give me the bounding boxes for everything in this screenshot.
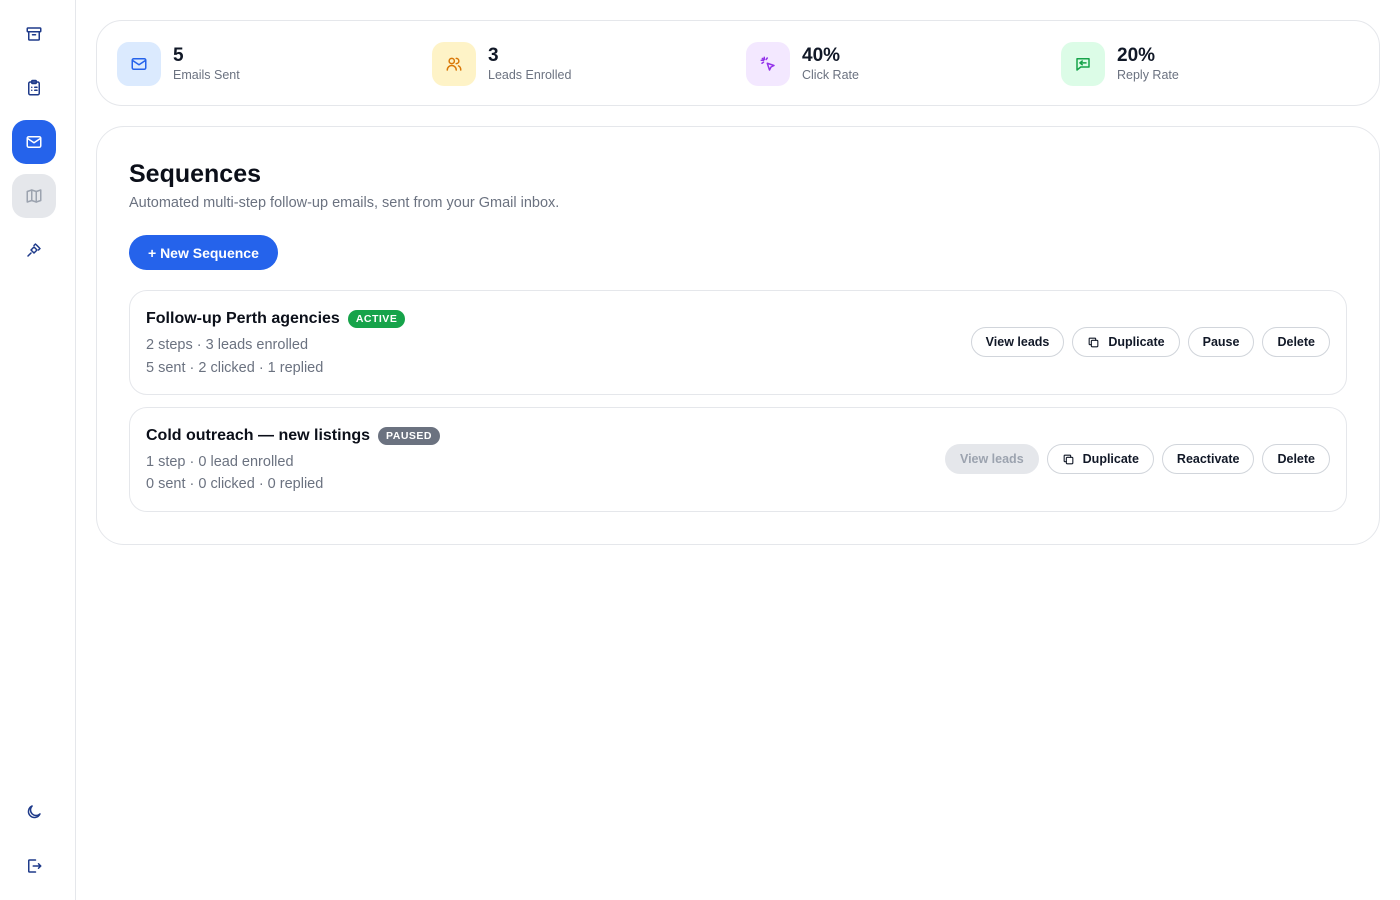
- delete-button[interactable]: Delete: [1262, 444, 1330, 474]
- pause-button[interactable]: Pause: [1187, 327, 1255, 357]
- stat-label: Leads Enrolled: [488, 67, 572, 82]
- sequence-title-row: Follow-up Perth agencies ACTIVE: [146, 310, 406, 328]
- duplicate-label: Duplicate: [1108, 335, 1165, 349]
- sequence-card: Cold outreach — new listings PAUSED 1 st…: [129, 407, 1347, 512]
- stat-label: Reply Rate: [1117, 67, 1179, 82]
- reply-message-icon: [1076, 58, 1090, 71]
- stat-value: 3: [488, 44, 499, 66]
- stat-icon-container: [117, 42, 161, 86]
- page-title: Sequences: [129, 160, 262, 188]
- sequence-stats: 0 sent · 0 clicked · 0 replied: [146, 476, 324, 492]
- map-icon: [26, 189, 42, 203]
- sequences-panel: Sequences Automated multi-step follow-up…: [96, 126, 1380, 545]
- stat-label: Emails Sent: [173, 67, 240, 82]
- view-leads-button[interactable]: View leads: [970, 327, 1065, 357]
- page-subtitle: Automated multi-step follow-up emails, s…: [129, 195, 560, 211]
- stat-emails-sent: 5 Emails Sent: [117, 41, 240, 87]
- pause-label: Pause: [1202, 335, 1240, 349]
- stat-icon-container: [746, 42, 790, 86]
- sequence-meta: 1 step · 0 lead enrolled: [146, 454, 294, 470]
- reactivate-button[interactable]: Reactivate: [1161, 444, 1255, 474]
- sequence-actions: View leads Duplicate Reactivate Delete: [944, 444, 1330, 474]
- new-sequence-button[interactable]: + New Sequence: [129, 235, 278, 270]
- duplicate-button[interactable]: Duplicate: [1046, 444, 1154, 474]
- archive-icon: [26, 27, 42, 41]
- view-leads-label: View leads: [959, 452, 1024, 466]
- delete-label: Delete: [1277, 335, 1315, 349]
- copy-icon: [1063, 454, 1074, 464]
- stat-label: Click Rate: [802, 67, 859, 82]
- sequence-card: Follow-up Perth agencies ACTIVE 2 steps …: [129, 290, 1347, 395]
- delete-label: Delete: [1277, 452, 1315, 466]
- sidebar-item-integrations[interactable]: [12, 228, 56, 272]
- sequence-stats: 5 sent · 2 clicked · 1 replied: [146, 360, 324, 376]
- sidebar-item-sequences[interactable]: [12, 120, 56, 164]
- sidebar-item-map[interactable]: [12, 174, 56, 218]
- mail-icon: [131, 58, 147, 70]
- pointer-click-icon: [760, 56, 775, 71]
- stat-reply-rate: 20% Reply Rate: [1061, 41, 1179, 87]
- duplicate-button[interactable]: Duplicate: [1072, 327, 1180, 357]
- stat-value: 5: [173, 44, 184, 66]
- delete-button[interactable]: Delete: [1262, 327, 1330, 357]
- copy-icon: [1088, 337, 1099, 347]
- sidebar-item-tasks[interactable]: [12, 66, 56, 110]
- sidebar: [0, 0, 76, 900]
- stat-icon-container: [1061, 42, 1105, 86]
- stats-bar: 5 Emails Sent 3 Leads Enrolled 40% Click…: [96, 20, 1380, 106]
- stat-icon-container: [432, 42, 476, 86]
- view-leads-label: View leads: [985, 335, 1050, 349]
- sequence-name: Cold outreach — new listings: [146, 427, 371, 444]
- users-icon: [446, 57, 462, 71]
- logout-icon: [28, 859, 42, 873]
- mail-icon: [26, 136, 42, 148]
- sequence-title-row: Cold outreach — new listings PAUSED: [146, 427, 441, 445]
- stat-value: 40%: [802, 44, 841, 66]
- sidebar-item-archive[interactable]: [12, 12, 56, 56]
- stat-leads-enrolled: 3 Leads Enrolled: [432, 41, 571, 87]
- sequence-meta: 2 steps · 3 leads enrolled: [146, 337, 309, 353]
- logout-button[interactable]: [12, 844, 56, 888]
- moon-icon: [27, 805, 41, 819]
- clipboard-icon: [28, 79, 40, 96]
- duplicate-label: Duplicate: [1082, 452, 1139, 466]
- stat-value: 20%: [1117, 44, 1156, 66]
- theme-toggle[interactable]: [12, 790, 56, 834]
- reactivate-label: Reactivate: [1176, 452, 1240, 466]
- status-badge: PAUSED: [378, 427, 441, 445]
- sequence-name: Follow-up Perth agencies: [146, 310, 340, 327]
- stat-click-rate: 40% Click Rate: [746, 41, 859, 87]
- sequence-actions: View leads Duplicate Pause Delete: [970, 327, 1330, 357]
- status-badge: ACTIVE: [347, 310, 406, 328]
- view-leads-button[interactable]: View leads: [944, 444, 1039, 474]
- plug-icon: [27, 243, 41, 257]
